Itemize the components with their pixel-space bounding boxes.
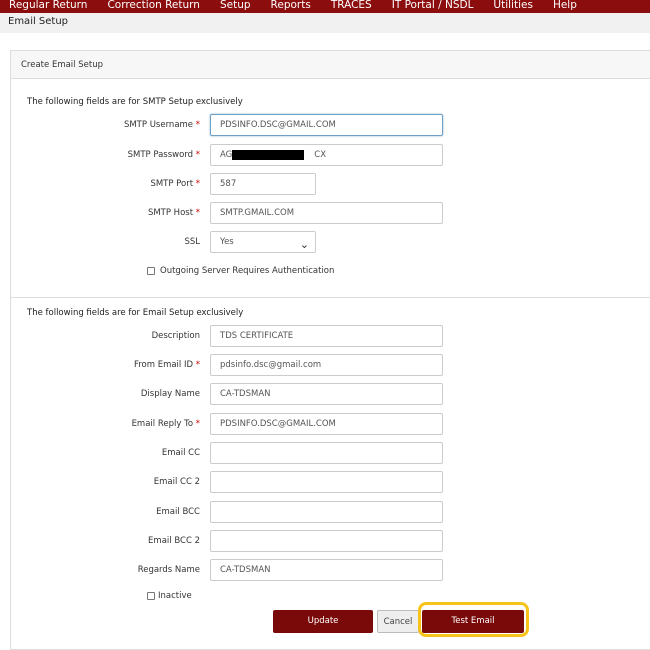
smtp-username-input[interactable]: PDSINFO.DSC@GMAIL.COM (210, 114, 443, 136)
section-divider (11, 297, 650, 298)
description-input[interactable]: TDS CERTIFICATE (210, 325, 443, 347)
email-cc-label: Email CC (161, 448, 200, 458)
inactive-checkbox-row[interactable]: Inactive (147, 591, 192, 601)
email-bcc2-label: Email BCC 2 (148, 536, 200, 546)
inactive-label: Inactive (158, 591, 192, 601)
email-bcc-input[interactable] (210, 501, 443, 523)
ssl-select[interactable]: Yes ⌄ (210, 231, 316, 253)
display-name-input[interactable]: CA-TDSMAN (210, 383, 443, 405)
menu-utilities[interactable]: Utilities (493, 0, 533, 12)
menu-regular-return[interactable]: Regular Return (9, 0, 87, 12)
smtp-host-input[interactable]: SMTP.GMAIL.COM (210, 202, 443, 224)
menu-help[interactable]: Help (553, 0, 577, 12)
reply-to-input[interactable]: PDSINFO.DSC@GMAIL.COM (210, 413, 443, 435)
email-cc2-input[interactable] (210, 471, 443, 493)
inactive-checkbox[interactable] (147, 592, 155, 600)
chevron-down-icon: ⌄ (299, 238, 309, 251)
email-cc2-label: Email CC 2 (153, 477, 200, 487)
email-section-heading: The following fields are for Email Setup… (27, 308, 244, 318)
from-email-input[interactable]: pdsinfo.dsc@gmail.com (210, 354, 443, 376)
redaction-bar (232, 150, 304, 160)
smtp-port-label: SMTP Port * (150, 179, 200, 189)
description-label: Description (151, 331, 200, 341)
smtp-section-heading: The following fields are for SMTP Setup … (27, 97, 243, 107)
auth-checkbox[interactable] (147, 267, 155, 275)
update-button[interactable]: Update (273, 610, 373, 633)
smtp-host-label: SMTP Host * (147, 208, 200, 218)
smtp-username-label: SMTP Username * (123, 120, 200, 130)
auth-checkbox-row[interactable]: Outgoing Server Requires Authentication (147, 266, 334, 276)
menu-traces[interactable]: TRACES (331, 0, 372, 12)
email-cc-input[interactable] (210, 442, 443, 464)
panel-title: Create Email Setup (11, 51, 650, 79)
regards-name-input[interactable]: CA-TDSMAN (210, 559, 443, 581)
menu-reports[interactable]: Reports (271, 0, 311, 12)
from-email-label: From Email ID * (133, 360, 200, 370)
menu-correction-return[interactable]: Correction Return (107, 0, 200, 12)
breadcrumb: Email Setup (0, 13, 650, 33)
menu-it-portal[interactable]: IT Portal / NSDL (392, 0, 474, 12)
smtp-port-input[interactable]: 587 (210, 173, 316, 195)
menu-bar: Regular Return Correction Return Setup R… (0, 0, 650, 13)
auth-checkbox-label: Outgoing Server Requires Authentication (160, 266, 335, 276)
highlight-outline (418, 602, 529, 637)
menu-setup[interactable]: Setup (220, 0, 251, 12)
reply-to-label: Email Reply To * (131, 419, 200, 429)
smtp-password-label: SMTP Password * (127, 150, 200, 160)
email-bcc2-input[interactable] (210, 530, 443, 552)
email-bcc-label: Email BCC (156, 507, 200, 517)
display-name-label: Display Name (140, 389, 200, 399)
cancel-button[interactable]: Cancel (377, 610, 419, 633)
ssl-label: SSL (184, 237, 200, 247)
regards-name-label: Regards Name (137, 565, 200, 575)
